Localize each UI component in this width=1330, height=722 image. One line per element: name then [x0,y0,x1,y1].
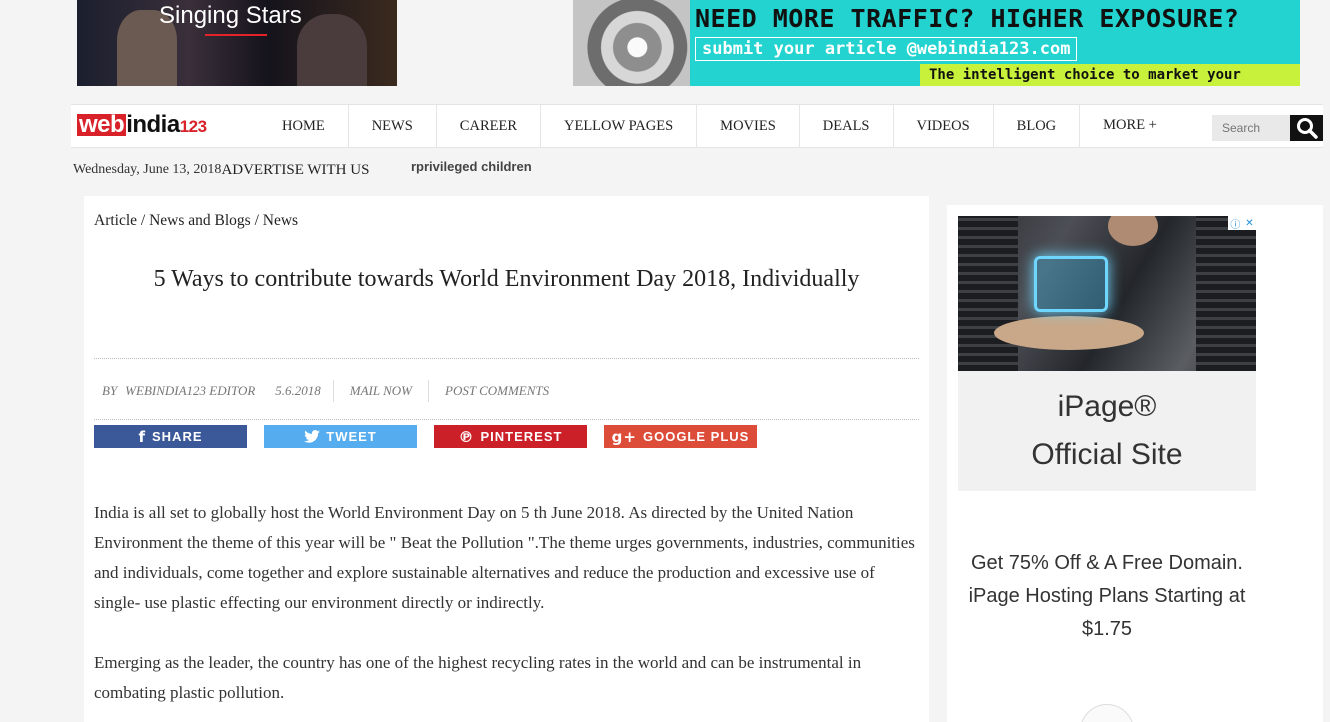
nav-item-blog[interactable]: BLOG [994,105,1081,147]
breadcrumb-separator: / [137,212,150,229]
ad-title-line2: Official Site [1031,438,1183,471]
nav-item-more[interactable]: MORE + [1080,105,1180,147]
ad-image[interactable]: ⓘ ✕ [958,216,1256,371]
tweet-label: TWEET [326,429,377,444]
logo-web: web [77,111,127,138]
ipage-ad[interactable]: ⓘ ✕ iPage® Official Site Get 75% Off & A … [958,216,1256,722]
close-icon[interactable]: ✕ [1245,218,1253,229]
breadcrumb-news[interactable]: News [263,212,298,229]
facebook-icon: f [138,427,146,446]
breadcrumb-news-and-blogs[interactable]: News and Blogs [149,212,251,229]
hand-image [994,316,1144,350]
search-icon [1296,118,1318,139]
banner-submit-link[interactable]: submit your article @webindia123.com [695,37,1078,61]
traffic-ad-banner[interactable]: NEED MORE TRAFFIC? HIGHER EXPOSURE? subm… [573,0,1300,86]
pinterest-label: PINTEREST [480,429,563,444]
nav-item-videos[interactable]: VIDEOS [894,105,994,147]
ad-arrow-button[interactable] [1080,704,1134,722]
twitter-icon [304,429,321,443]
news-ticker[interactable]: rprivileged children [411,159,532,174]
article-card: Article / News and Blogs / News 5 Ways t… [84,196,929,722]
banner-underline [205,34,267,36]
breadcrumb-separator: / [250,212,263,229]
hands-image [573,0,690,86]
article-body: India is all set to globally host the Wo… [94,498,924,722]
breadcrumb: Article / News and Blogs / News [94,212,298,230]
post-comments-link[interactable]: POST COMMENTS [445,383,549,399]
share-label: SHARE [152,429,203,444]
main-navbar: web india 123 HOME NEWS CAREER YELLOW PA… [71,104,1323,148]
person-image [1108,216,1158,246]
article-meta: BY WEBINDIA123 EDITOR 5.6.2018 MAIL NOW … [102,380,549,402]
article-paragraph: India is all set to globally host the Wo… [94,503,915,612]
mail-now-link[interactable]: MAIL NOW [350,383,412,399]
dateline: Wednesday, June 13, 2018 ADVERTISE WITH … [73,160,369,180]
pinterest-icon: ℗ [458,427,475,446]
divider [94,419,919,420]
pinterest-button[interactable]: ℗ PINTEREST [434,425,587,448]
banner-headline: NEED MORE TRAFFIC? HIGHER EXPOSURE? [695,4,1240,33]
nav-item-career[interactable]: CAREER [437,105,541,147]
info-icon[interactable]: ⓘ [1230,216,1240,231]
banner-title: Singing Stars [159,2,302,29]
banner-tagline: The intelligent choice to market your ar… [920,64,1300,86]
ad-title-line1: iPage® [1057,390,1157,423]
server-rack-image [958,216,1018,371]
ad-description: Get 75% Off & A Free Domain. iPage Hosti… [968,552,1246,640]
google-plus-icon: g+ [611,427,637,446]
tweet-button[interactable]: TWEET [264,425,417,448]
breadcrumb-article[interactable]: Article [94,212,137,229]
server-rack-image [1196,216,1256,371]
nav-item-news[interactable]: NEWS [349,105,437,147]
logo-number: 123 [179,117,207,136]
singer-figure-image [297,14,367,86]
facebook-share-button[interactable]: f SHARE [94,425,247,448]
site-logo[interactable]: web india 123 [77,113,207,137]
share-buttons: f SHARE TWEET ℗ PINTEREST g+ GOOGLE PLUS [94,425,774,448]
meta-date: 5.6.2018 [275,383,321,398]
meta-author[interactable]: WEBINDIA123 EDITOR [125,383,255,399]
ad-title[interactable]: iPage® Official Site [958,371,1256,491]
google-plus-button[interactable]: g+ GOOGLE PLUS [604,425,757,448]
nav-item-yellow-pages[interactable]: YELLOW PAGES [541,105,698,147]
nav-item-deals[interactable]: DEALS [800,105,894,147]
meta-separator [332,380,334,402]
nav-item-home[interactable]: HOME [259,105,349,147]
google-plus-label: GOOGLE PLUS [642,429,750,444]
search-input[interactable] [1212,115,1290,141]
meta-by: BY [102,383,118,398]
article-paragraph: Emerging as the leader, the country has … [94,653,862,702]
logo-india: india [126,111,180,138]
nav-menu: HOME NEWS CAREER YELLOW PAGES MOVIES DEA… [259,105,1180,147]
advertise-link[interactable]: ADVERTISE WITH US [221,162,369,179]
divider [94,358,919,359]
hologram-chart-icon [1034,256,1108,312]
singing-stars-banner[interactable]: Singing Stars [77,0,397,86]
current-date: Wednesday, June 13, 2018 [73,162,222,177]
nav-item-movies[interactable]: MOVIES [697,105,800,147]
search-button[interactable] [1290,115,1323,141]
meta-separator [428,380,430,402]
adchoices-badge[interactable]: ⓘ ✕ [1228,216,1256,231]
article-headline: 5 Ways to contribute towards World Envir… [153,266,860,292]
